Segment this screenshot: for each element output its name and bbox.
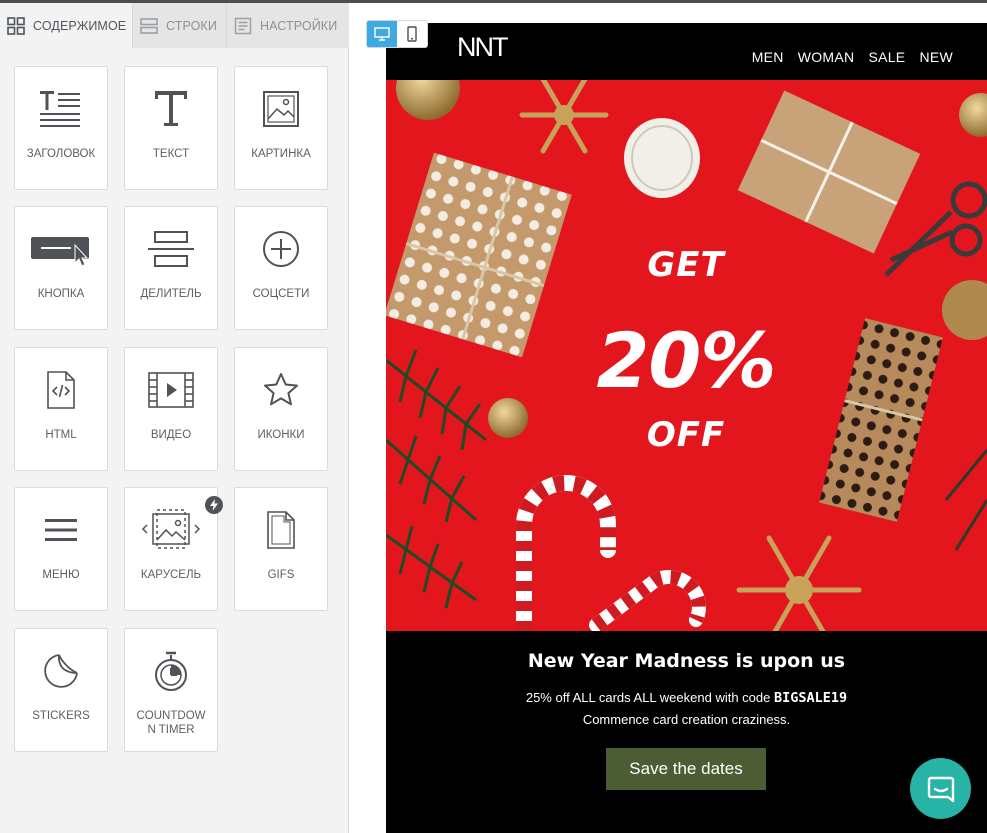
hero-off: OFF bbox=[646, 415, 726, 455]
block-countdown-timer[interactable]: COUNTDOWN TIMER bbox=[124, 628, 218, 752]
block-text-label: ТЕКСТ bbox=[152, 148, 190, 160]
html-file-icon bbox=[47, 371, 75, 409]
chat-widget-button[interactable] bbox=[910, 758, 971, 819]
heading-icon bbox=[40, 91, 80, 127]
email-header: NNT MEN WOMAN SALE NEW bbox=[386, 23, 987, 80]
block-divider-label: ДЕЛИТЕЛЬ bbox=[140, 288, 202, 300]
block-menu[interactable]: МЕНЮ bbox=[14, 487, 108, 611]
star-icon bbox=[264, 373, 298, 406]
carousel-icon bbox=[141, 509, 201, 549]
block-social[interactable]: СОЦСЕТИ bbox=[234, 206, 328, 330]
nav-item-sale[interactable]: SALE bbox=[868, 49, 905, 65]
block-gifs[interactable]: GIFS bbox=[234, 487, 328, 611]
block-image-label: КАРТИНКА bbox=[251, 148, 311, 160]
nav-item-woman[interactable]: WOMAN bbox=[798, 49, 855, 65]
menu-icon bbox=[45, 519, 77, 541]
tab-rows[interactable]: СТРОКИ bbox=[133, 3, 227, 48]
social-plus-icon bbox=[263, 231, 299, 267]
video-icon bbox=[148, 372, 194, 408]
block-gifs-label: GIFS bbox=[267, 569, 295, 581]
nav-item-men[interactable]: MEN bbox=[752, 49, 784, 65]
email-body: New Year Madness is upon us 25% off ALL … bbox=[386, 631, 987, 833]
block-icons[interactable]: ИКОНКИ bbox=[234, 347, 328, 471]
block-button[interactable]: КНОПКА bbox=[14, 206, 108, 330]
device-toggle bbox=[366, 20, 428, 48]
promo-code: BIGSALE19 bbox=[774, 690, 848, 706]
rows-icon bbox=[140, 17, 158, 34]
block-button-label: КНОПКА bbox=[37, 288, 85, 300]
block-stickers[interactable]: STICKERS bbox=[14, 628, 108, 752]
block-html[interactable]: HTML bbox=[14, 347, 108, 471]
email-nav: MEN WOMAN SALE NEW bbox=[752, 49, 953, 65]
image-icon bbox=[263, 91, 299, 127]
settings-doc-icon bbox=[234, 17, 252, 34]
divider-icon bbox=[148, 231, 194, 267]
desktop-icon bbox=[374, 27, 390, 41]
block-social-label: СОЦСЕТИ bbox=[252, 288, 310, 300]
block-image[interactable]: КАРТИНКА bbox=[234, 66, 328, 190]
nav-item-new[interactable]: NEW bbox=[919, 49, 953, 65]
sticker-icon bbox=[44, 654, 78, 688]
grid-icon bbox=[7, 16, 25, 35]
button-icon bbox=[31, 237, 89, 267]
stopwatch-icon bbox=[155, 651, 187, 691]
block-video[interactable]: ВИДЕО bbox=[124, 347, 218, 471]
tab-content[interactable]: СОДЕРЖИМОЕ bbox=[0, 3, 133, 48]
email-headline: New Year Madness is upon us bbox=[527, 650, 846, 672]
tab-settings-label: НАСТРОЙКИ bbox=[260, 18, 338, 33]
block-heading[interactable]: ЗАГОЛОВОК bbox=[14, 66, 108, 190]
email-canvas: NNT MEN WOMAN SALE NEW GET 20% OFF New Y… bbox=[350, 3, 987, 833]
email-subline: Commence card creation craziness. bbox=[582, 712, 791, 727]
block-stickers-label: STICKERS bbox=[32, 710, 90, 722]
tab-settings[interactable]: НАСТРОЙКИ bbox=[227, 3, 349, 48]
block-text[interactable]: ТЕКСТ bbox=[124, 66, 218, 190]
hero-get: GET bbox=[647, 245, 725, 285]
desktop-view-button[interactable] bbox=[367, 21, 397, 47]
gif-file-icon bbox=[267, 511, 295, 549]
brand-logo[interactable]: NNT bbox=[457, 32, 508, 63]
hero-percent: 20% bbox=[596, 316, 777, 405]
block-menu-label: МЕНЮ bbox=[42, 569, 80, 581]
block-video-label: ВИДЕО bbox=[150, 429, 192, 441]
save-the-dates-button[interactable]: Save the dates bbox=[606, 748, 766, 790]
text-icon bbox=[155, 91, 187, 126]
block-countdown-timer-label: COUNTDOWN TIMER bbox=[136, 710, 206, 736]
tab-rows-label: СТРОКИ bbox=[166, 18, 217, 33]
block-divider[interactable]: ДЕЛИТЕЛЬ bbox=[124, 206, 218, 330]
block-icons-label: ИКОНКИ bbox=[257, 429, 305, 441]
sidebar-tabs: СОДЕРЖИМОЕ СТРОКИ НАСТРОЙКИ bbox=[0, 3, 349, 48]
mobile-view-button[interactable] bbox=[397, 21, 427, 47]
content-sidebar: СОДЕРЖИМОЕ СТРОКИ НАСТРОЙКИ ЗАГОЛОВОК ТЕ… bbox=[0, 3, 349, 833]
block-carousel-label: КАРУСЕЛЬ bbox=[140, 569, 202, 581]
chat-bubble-icon bbox=[927, 776, 954, 802]
hero-banner[interactable]: GET 20% OFF bbox=[386, 80, 987, 631]
mobile-icon bbox=[407, 26, 417, 42]
promo-text: 25% off ALL cards ALL weekend with code bbox=[525, 690, 771, 705]
block-heading-label: ЗАГОЛОВОК bbox=[26, 148, 96, 160]
tab-content-label: СОДЕРЖИМОЕ bbox=[33, 18, 127, 33]
block-carousel[interactable]: КАРУСЕЛЬ bbox=[124, 487, 223, 611]
email-preview[interactable]: NNT MEN WOMAN SALE NEW GET 20% OFF New Y… bbox=[386, 23, 987, 833]
promo-line: 25% off ALL cards ALL weekend with code … bbox=[386, 690, 987, 706]
block-html-label: HTML bbox=[45, 429, 77, 441]
